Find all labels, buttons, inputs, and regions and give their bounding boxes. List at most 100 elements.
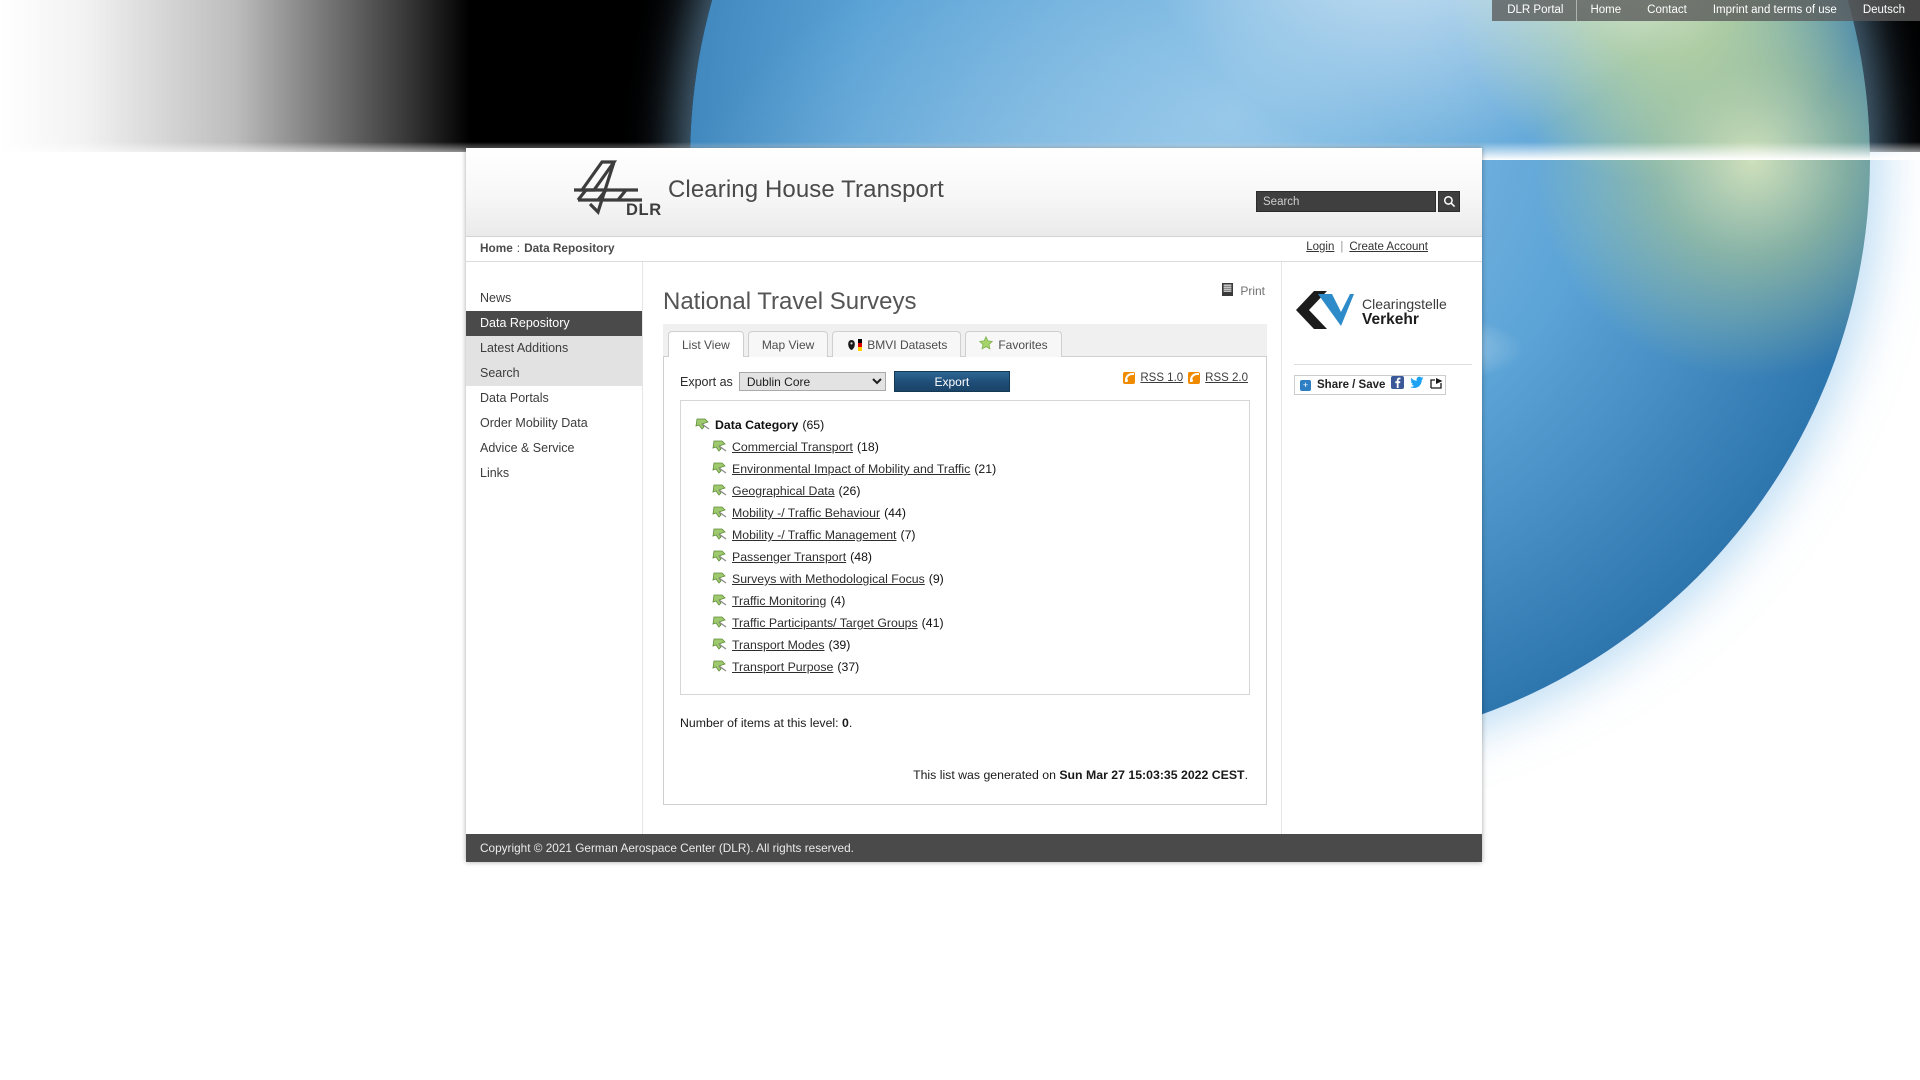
right-rail: Clearingstelle Verkehr + Share / Save [1282, 262, 1482, 834]
german-flag-icon [846, 338, 863, 351]
search-input[interactable] [1256, 191, 1436, 212]
clearingstelle-verkehr-logo[interactable]: Clearingstelle Verkehr [1294, 288, 1472, 336]
tab-panel: Export as Dublin Core Export RSS 1.0 RSS… [663, 357, 1267, 805]
tab-map-view-label: Map View [761, 337, 815, 352]
tree-item-link[interactable]: Geographical Data [732, 482, 835, 501]
left-sidebar: News Data Repository Latest Additions Se… [466, 262, 643, 834]
pushpin-icon [712, 637, 728, 651]
item-count-suffix: . [848, 716, 853, 730]
tree-item-count: (26) [838, 484, 861, 498]
topnav-imprint[interactable]: Imprint and terms of use [1700, 0, 1850, 21]
share-save-label: Share / Save [1317, 379, 1386, 391]
site-title: Clearing House Transport [668, 176, 944, 203]
tree-item: Surveys with Methodological Focus (9) [695, 568, 1239, 590]
tree-item-link[interactable]: Transport Purpose [732, 658, 833, 677]
tab-bmvi-datasets[interactable]: BMVI Datasets [832, 331, 962, 357]
tab-list-view[interactable]: List View [668, 331, 744, 357]
share-arrow-icon[interactable] [1430, 376, 1444, 394]
tree-root-count: (65) [802, 418, 825, 432]
tree-item-link[interactable]: Traffic Monitoring [732, 592, 826, 611]
pushpin-icon [712, 461, 728, 475]
export-button[interactable]: Export [893, 371, 1010, 392]
login-link[interactable]: Login [1306, 241, 1334, 253]
sidebar-item-news[interactable]: News [466, 286, 642, 311]
generated-timestamp-line: This list was generated on Sun Mar 27 15… [680, 768, 1250, 782]
tab-bmvi-label: BMVI Datasets [867, 337, 948, 352]
page-title: National Travel Surveys [663, 288, 917, 315]
pushpin-icon [712, 439, 728, 453]
tree-item: Traffic Participants/ Target Groups (41) [695, 612, 1239, 634]
tree-item-link[interactable]: Passenger Transport [732, 548, 846, 567]
twitter-icon[interactable] [1410, 376, 1424, 394]
breadcrumb: Home: Data Repository [480, 241, 615, 255]
page-root: DLR Portal Home Contact Imprint and term… [0, 0, 1920, 1080]
export-format-select[interactable]: Dublin Core [738, 372, 886, 391]
generated-suffix: . [1244, 768, 1248, 782]
tree-item-link[interactable]: Surveys with Methodological Focus [732, 570, 925, 589]
cv-line-1: Clearingstelle [1362, 296, 1447, 312]
print-button[interactable]: Print [1221, 282, 1265, 300]
sidebar-item-advice-service[interactable]: Advice & Service [466, 436, 642, 461]
item-count: Number of items at this level: 0. [680, 716, 1250, 730]
rss-1-link[interactable]: RSS 1.0 [1140, 372, 1183, 384]
page-background-bottom [0, 872, 1920, 1080]
rss-icon [1123, 372, 1136, 384]
sidebar-item-data-repository[interactable]: Data Repository [466, 311, 642, 336]
tab-list-view-label: List View [682, 337, 730, 352]
search-box [1256, 191, 1460, 212]
tree-item-count: (18) [856, 440, 879, 454]
search-icon [1443, 195, 1455, 208]
dlr-wordmark: DLR [626, 201, 662, 219]
share-save-bar[interactable]: + Share / Save [1294, 375, 1446, 395]
sidebar-item-latest-additions[interactable]: Latest Additions [466, 336, 642, 361]
pushpin-icon [712, 615, 728, 629]
rss-2-link[interactable]: RSS 2.0 [1205, 372, 1248, 384]
tree-item-link[interactable]: Traffic Participants/ Target Groups [732, 614, 918, 633]
topnav-home[interactable]: Home [1577, 0, 1634, 21]
top-utility-nav: DLR Portal Home Contact Imprint and term… [1492, 0, 1920, 21]
tree-item-link[interactable]: Transport Modes [732, 636, 825, 655]
pushpin-icon [712, 593, 728, 607]
sidebar-item-search[interactable]: Search [466, 361, 642, 386]
account-links: Login | Create Account [1306, 241, 1428, 253]
site-header: DLR Clearing House Transport [466, 148, 1482, 237]
sidebar-item-order-mobility-data[interactable]: Order Mobility Data [466, 411, 642, 436]
tree-item-link[interactable]: Environmental Impact of Mobility and Tra… [732, 460, 970, 479]
tab-map-view[interactable]: Map View [747, 331, 829, 357]
breadcrumb-home[interactable]: Home [480, 241, 513, 255]
facebook-icon[interactable] [1391, 376, 1405, 394]
cv-line-2: Verkehr [1362, 311, 1419, 328]
sidebar-item-links[interactable]: Links [466, 461, 642, 486]
tree-item-link[interactable]: Mobility -/ Traffic Behaviour [732, 504, 880, 523]
tree-item-link[interactable]: Mobility -/ Traffic Management [732, 526, 896, 545]
topnav-deutsch[interactable]: Deutsch [1850, 0, 1918, 21]
tree-item-count: (48) [850, 550, 873, 564]
topnav-contact[interactable]: Contact [1634, 0, 1700, 21]
cv-wordmark: Clearingstelle Verkehr [1362, 296, 1447, 328]
topnav-dlr-portal[interactable]: DLR Portal [1494, 0, 1578, 21]
tree-item: Mobility -/ Traffic Management (7) [695, 524, 1239, 546]
tab-bar: List View Map View BMVI Datasets Favorit… [663, 324, 1267, 357]
tree-item-count: (37) [837, 660, 860, 674]
category-tree: Data Category (65) Commercial Transport … [680, 400, 1250, 695]
tab-favorites[interactable]: Favorites [965, 331, 1062, 357]
item-count-prefix: Number of items at this level: [680, 716, 839, 730]
cv-mark-icon [1296, 291, 1354, 329]
site-panel: DLR Clearing House Transport Home:Data R… [466, 148, 1482, 862]
breadcrumb-current: Data Repository [524, 241, 615, 255]
star-icon [979, 335, 994, 353]
account-divider: | [1340, 241, 1344, 253]
pushpin-icon [695, 417, 711, 431]
sidebar-item-data-portals[interactable]: Data Portals [466, 386, 642, 411]
export-row: Export as Dublin Core Export RSS 1.0 RSS… [680, 371, 1250, 392]
breadcrumb-bar: Home: Data Repository Login | Create Accoun… [466, 237, 1482, 262]
tree-item-link[interactable]: Commercial Transport [732, 438, 853, 457]
rss-links: RSS 1.0 RSS 2.0 [1123, 372, 1248, 384]
tree-item: Transport Purpose (37) [695, 656, 1239, 678]
generated-prefix: This list was generated on [913, 768, 1056, 782]
create-account-link[interactable]: Create Account [1349, 241, 1428, 253]
tree-item-count: (21) [974, 462, 997, 476]
search-button[interactable] [1438, 191, 1460, 212]
pushpin-icon [712, 527, 728, 541]
tree-item: Transport Modes (39) [695, 634, 1239, 656]
